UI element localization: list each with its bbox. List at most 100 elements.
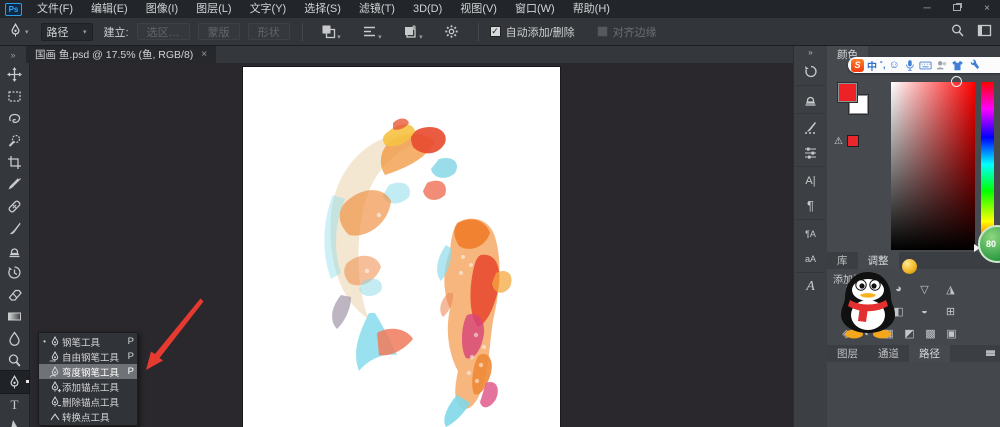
gamut-warning-icon[interactable]: ⚠ [834,136,843,147]
threshold-icon[interactable]: ◩ [903,327,916,340]
vibrance-icon[interactable]: ◮ [944,283,957,296]
gold-bubble-icon[interactable] [902,259,917,274]
divider [796,113,825,114]
gear-icon[interactable] [444,24,459,39]
menu-item-10[interactable]: 帮助(H) [564,0,619,18]
type-tool[interactable]: T [0,393,29,415]
toolbar-overflow-icon[interactable]: » [0,46,26,63]
make-button-1: 蒙版 [197,23,240,40]
keyboard-icon[interactable] [919,59,932,72]
document-tab[interactable]: 国画 鱼.psd @ 17.5% (鱼, RGB/8) × [26,46,217,63]
canvas[interactable] [243,67,560,427]
tab-库[interactable]: 库 [827,252,858,269]
glyphs-icon[interactable]: A [794,274,827,299]
flyout-item-0[interactable]: • 钢笔工具 P [39,334,137,349]
eraser-tool[interactable] [0,283,29,305]
tab-通道[interactable]: 通道 [868,345,909,362]
auto-add-toggle[interactable]: ✓ 自动添加/删除 [489,24,575,40]
dodge-tool[interactable] [0,349,29,371]
checkbox-checked-icon[interactable]: ✓ [489,26,501,37]
voice-icon[interactable] [903,59,916,72]
menu-item-8[interactable]: 视图(V) [451,0,506,18]
flyout-item-4[interactable]: 删除锚点工具 [39,394,137,409]
eyedropper-tool[interactable] [0,173,29,195]
menu-item-3[interactable]: 图层(L) [187,0,240,18]
tab-图层[interactable]: 图层 [827,345,868,362]
color-panel-content: ⚠ [827,63,1000,252]
paths-panel-content[interactable] [827,362,1000,427]
menu-item-7[interactable]: 3D(D) [404,0,451,18]
history-brush-tool[interactable] [0,261,29,283]
photo-filter-icon[interactable]: ◒ [918,305,931,318]
delete-anchor-icon [48,395,62,408]
spot-healing-brush-tool[interactable] [0,195,29,217]
search-icon[interactable] [950,23,965,41]
tab-调整[interactable]: 调整 [857,252,899,269]
workspace-icon[interactable] [977,23,992,41]
close-icon[interactable]: × [980,0,994,18]
menu-item-0[interactable]: 文件(F) [28,0,82,18]
quick-selection-tool[interactable] [0,129,29,151]
maximize-icon[interactable] [950,0,964,18]
channel-mixer-icon[interactable]: ⊞ [944,305,957,318]
tab-路径[interactable]: 路径 [909,345,950,362]
panel-menu-icon[interactable]: ▬ ▬ [986,346,995,358]
menu-item-6[interactable]: 滤镜(T) [350,0,404,18]
chinese-mode-icon[interactable]: 中 [867,58,877,73]
flyout-item-5[interactable]: 转换点工具 [39,409,137,424]
selective-color-icon[interactable]: ▣ [945,327,958,340]
saturation-brightness-field[interactable] [891,82,975,250]
path-operations-icon[interactable]: ▾ [321,24,341,41]
blur-tool[interactable] [0,327,29,349]
color-picker-marker[interactable] [951,76,962,87]
brush-tool[interactable] [0,217,29,239]
gradient-map-icon[interactable]: ▩ [924,327,937,340]
path-arrange-icon[interactable]: ▾ [403,24,423,41]
flyout-item-label: 转换点工具 [62,412,110,424]
punctuation-icon[interactable]: ˚, [880,60,886,70]
tool-presets-icon[interactable] [794,140,827,165]
character-icon[interactable]: A| [794,168,827,193]
paragraph-icon[interactable]: ¶ [794,193,827,218]
pen-tool-flyout-menu: • 钢笔工具 P 自由钢笔工具 P 弯度钢笔工具 P 添加锚点工具 删除锚点工具 转换点工具 [38,332,138,426]
qq-penguin-icon[interactable] [836,270,900,345]
tool-mode-select[interactable]: 路径 ▾ [40,22,93,41]
pen-tool[interactable] [0,370,30,394]
rectangular-marquee-tool[interactable] [0,85,29,107]
history-icon[interactable] [794,59,827,84]
clone-source-icon[interactable] [794,87,827,112]
lasso-tool[interactable] [0,107,29,129]
close-icon[interactable]: × [201,49,207,60]
divider [796,272,825,273]
menu-item-2[interactable]: 图像(I) [137,0,187,18]
panel-dock: » A| ¶ ¶A aA A [793,46,827,427]
skin-icon[interactable] [951,59,964,72]
emoji-icon[interactable]: ☺ [889,60,900,71]
menu-item-1[interactable]: 编辑(E) [82,0,137,18]
minimize-icon[interactable]: ─ [920,0,934,18]
panel-dock-collapse-icon[interactable]: » [794,46,827,59]
brush-settings-icon[interactable] [794,115,827,140]
menu-item-4[interactable]: 文字(Y) [241,0,296,18]
window-controls: ─ × [920,0,994,18]
menu-item-9[interactable]: 窗口(W) [506,0,564,18]
menu-item-5[interactable]: 选择(S) [295,0,350,18]
character-styles-icon[interactable]: ¶A [794,221,827,246]
flyout-item-2[interactable]: 弯度钢笔工具 P [39,364,137,379]
move-tool[interactable] [0,63,29,85]
foreground-color-swatch[interactable] [837,82,858,103]
path-selection-tool[interactable] [0,415,29,427]
path-alignment-icon[interactable]: ▾ [362,24,382,41]
gradient-tool[interactable] [0,305,29,327]
sogou-logo-icon[interactable]: S [851,58,864,72]
flyout-item-1[interactable]: 自由钢笔工具 P [39,349,137,364]
flyout-item-3[interactable]: 添加锚点工具 [39,379,137,394]
tool-preset-dropdown[interactable]: ▾ [8,22,29,41]
account-icon[interactable] [935,59,948,72]
paragraph-styles-icon[interactable]: aA [794,246,827,271]
gamut-color-swatch[interactable] [846,135,859,147]
toolbox-icon[interactable] [967,59,980,72]
crop-tool[interactable] [0,151,29,173]
exposure-icon[interactable]: ▽ [918,283,931,296]
clone-stamp-tool[interactable] [0,239,29,261]
